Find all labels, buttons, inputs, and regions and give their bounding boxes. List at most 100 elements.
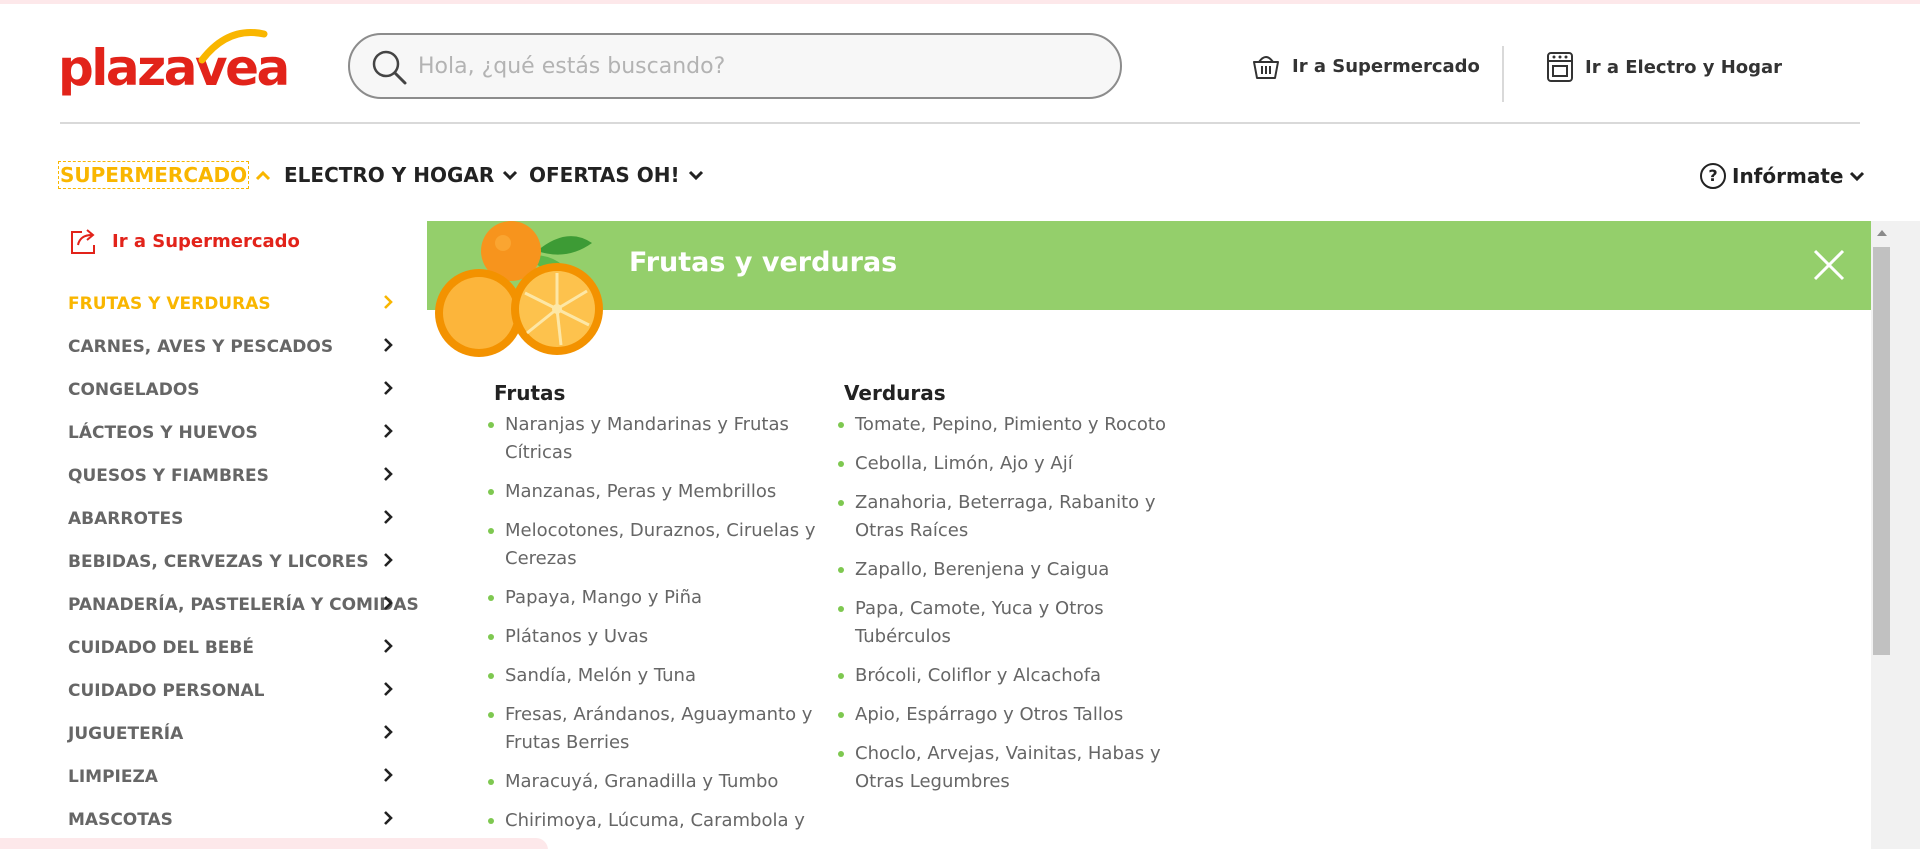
go-electro-link[interactable]: Ir a Electro y Hogar [1545,50,1782,84]
chevron-right-icon [384,768,393,782]
nav-ofertas[interactable]: OFERTAS OH! [529,163,704,187]
category-item-quesos[interactable]: QUESOS Y FIAMBRES [0,454,420,497]
search-icon[interactable] [370,48,408,86]
go-supermarket-label: Ir a Supermercado [1292,55,1480,77]
category-label: MASCOTAS [68,809,173,830]
category-list: FRUTAS Y VERDURAS CARNES, AVES Y PESCADO… [0,282,420,841]
question-icon: ? [1700,163,1726,189]
verduras-column: Verduras Tomate, Pepino, Pimiento y Roco… [838,381,1174,807]
category-label: CONGELADOS [68,379,200,400]
subcategory-link[interactable]: Tomate, Pepino, Pimiento y Rocoto [838,411,1174,439]
frutas-column: Frutas Naranjas y Mandarinas y Frutas Cí… [488,381,824,846]
subcategory-link[interactable]: Naranjas y Mandarinas y Frutas Cítricas [488,411,824,467]
nav-supermercado[interactable]: SUPERMERCADO [57,161,271,189]
sidebar-go-supermarket[interactable]: Ir a Supermercado [68,226,300,256]
go-electro-label: Ir a Electro y Hogar [1585,56,1783,78]
category-item-carnes[interactable]: CARNES, AVES Y PESCADOS [0,325,420,368]
subcategory-link[interactable]: Apio, Espárrago y Otros Tallos [838,701,1174,729]
category-panel: Frutas y verduras Frutas Naranjas y Mand… [427,221,1871,849]
category-label: CUIDADO DEL BEBÉ [68,637,254,658]
subcategory-link[interactable]: Maracuyá, Granadilla y Tumbo [488,768,824,796]
banner-title: Frutas y verduras [629,247,898,278]
category-label: JUGUETERÍA [68,723,184,744]
category-item-frutas-y-verduras[interactable]: FRUTAS Y VERDURAS [0,282,420,325]
search-input[interactable] [418,47,1098,85]
share-arrow-icon [71,229,95,254]
subcategory-link[interactable]: Brócoli, Coliflor y Alcachofa [838,662,1174,690]
sidebar-go-supermarket-label: Ir a Supermercado [112,230,300,252]
frutas-list: Naranjas y Mandarinas y Frutas Cítricas … [488,411,824,835]
category-label: CUIDADO PERSONAL [68,680,265,701]
subcategory-link[interactable]: Manzanas, Peras y Membrillos [488,478,824,506]
chevron-right-icon [384,682,393,696]
category-item-panaderia[interactable]: PANADERÍA, PASTELERÍA Y COMIDAS [0,583,420,626]
subcategory-link[interactable]: Plátanos y Uvas [488,623,824,651]
main-nav: SUPERMERCADO ELECTRO Y HOGAR OFERTAS OH!… [0,155,1920,195]
subcategory-link[interactable]: Chirimoya, Lúcuma, Carambola y [488,807,824,835]
nav-electro[interactable]: ELECTRO Y HOGAR [284,163,518,187]
chevron-right-icon [384,424,393,438]
frutas-heading[interactable]: Frutas [494,381,824,405]
category-item-cuidado-bebe[interactable]: CUIDADO DEL BEBÉ [0,626,420,669]
subcategory-link[interactable]: Zanahoria, Beterraga, Rabanito y Otras R… [838,489,1174,545]
category-label: QUESOS Y FIAMBRES [68,465,269,486]
category-item-lacteos[interactable]: LÁCTEOS Y HUEVOS [0,411,420,454]
go-supermarket-link[interactable]: Ir a Supermercado [1250,50,1480,82]
subcategory-link[interactable]: Fresas, Arándanos, Aguaymanto y Frutas B… [488,701,824,757]
category-item-congelados[interactable]: CONGELADOS [0,368,420,411]
chevron-down-icon [1850,171,1865,182]
close-icon[interactable] [1811,247,1847,283]
chevron-up-icon [256,170,271,181]
search-bar [348,33,1122,99]
nav-electro-label: ELECTRO Y HOGAR [284,163,495,187]
subcategory-link[interactable]: Cebolla, Limón, Ajo y Ají [838,450,1174,478]
nav-supermercado-label: SUPERMERCADO [57,161,250,189]
subcategory-link[interactable]: Melocotones, Duraznos, Ciruelas y Cereza… [488,517,824,573]
oranges-image [435,221,603,357]
nav-informate[interactable]: ? Infórmate [1700,163,1865,189]
bottom-decoration [0,838,548,849]
category-item-bebidas[interactable]: BEBIDAS, CERVEZAS Y LICORES [0,540,420,583]
chevron-right-icon [384,510,393,524]
category-item-jugueteria[interactable]: JUGUETERÍA [0,712,420,755]
chevron-right-icon [384,381,393,395]
verduras-list: Tomate, Pepino, Pimiento y Rocoto Ceboll… [838,411,1174,796]
panel-scrollbar[interactable] [1871,221,1892,849]
category-label: FRUTAS Y VERDURAS [68,293,271,314]
category-item-mascotas[interactable]: MASCOTAS [0,798,420,841]
header-separator [1502,46,1504,102]
category-label: CARNES, AVES Y PESCADOS [68,336,334,357]
verduras-heading[interactable]: Verduras [844,381,1174,405]
chevron-right-icon [384,725,393,739]
subcategory-link[interactable]: Choclo, Arvejas, Vainitas, Habas y Otras… [838,740,1174,796]
category-label: LIMPIEZA [68,766,158,787]
logo-arc-icon [198,29,268,64]
header-divider [60,122,1860,124]
subcategory-link[interactable]: Sandía, Melón y Tuna [488,662,824,690]
category-label: LÁCTEOS Y HUEVOS [68,422,258,443]
chevron-right-icon [384,467,393,481]
site-header: plazavea Ir a Supermercado [0,4,1920,124]
nav-informate-label: Infórmate [1732,164,1844,188]
category-item-cuidado-personal[interactable]: CUIDADO PERSONAL [0,669,420,712]
subcategory-link[interactable]: Papaya, Mango y Piña [488,584,824,612]
scroll-up-arrow-icon[interactable] [1877,230,1887,236]
plazavea-logo[interactable]: plazavea [58,24,290,104]
category-label: PANADERÍA, PASTELERÍA Y COMIDAS [68,594,419,615]
chevron-right-icon [384,596,393,610]
page-scrollbar[interactable] [1896,221,1920,849]
subcategory-link[interactable]: Papa, Camote, Yuca y Otros Tubérculos [838,595,1174,651]
category-item-abarrotes[interactable]: ABARROTES [0,497,420,540]
chevron-down-icon [688,170,703,181]
category-sidebar: Ir a Supermercado FRUTAS Y VERDURAS CARN… [0,220,420,849]
chevron-right-icon [384,338,393,352]
category-banner: Frutas y verduras [427,221,1871,310]
subcategory-link[interactable]: Zapallo, Berenjena y Caigua [838,556,1174,584]
basket-icon [1253,56,1279,79]
chevron-right-icon [384,553,393,567]
chevron-down-icon [503,170,518,181]
chevron-right-icon [384,639,393,653]
chevron-right-icon [384,811,393,825]
panel-scrollbar-thumb[interactable] [1873,247,1890,655]
category-item-limpieza[interactable]: LIMPIEZA [0,755,420,798]
